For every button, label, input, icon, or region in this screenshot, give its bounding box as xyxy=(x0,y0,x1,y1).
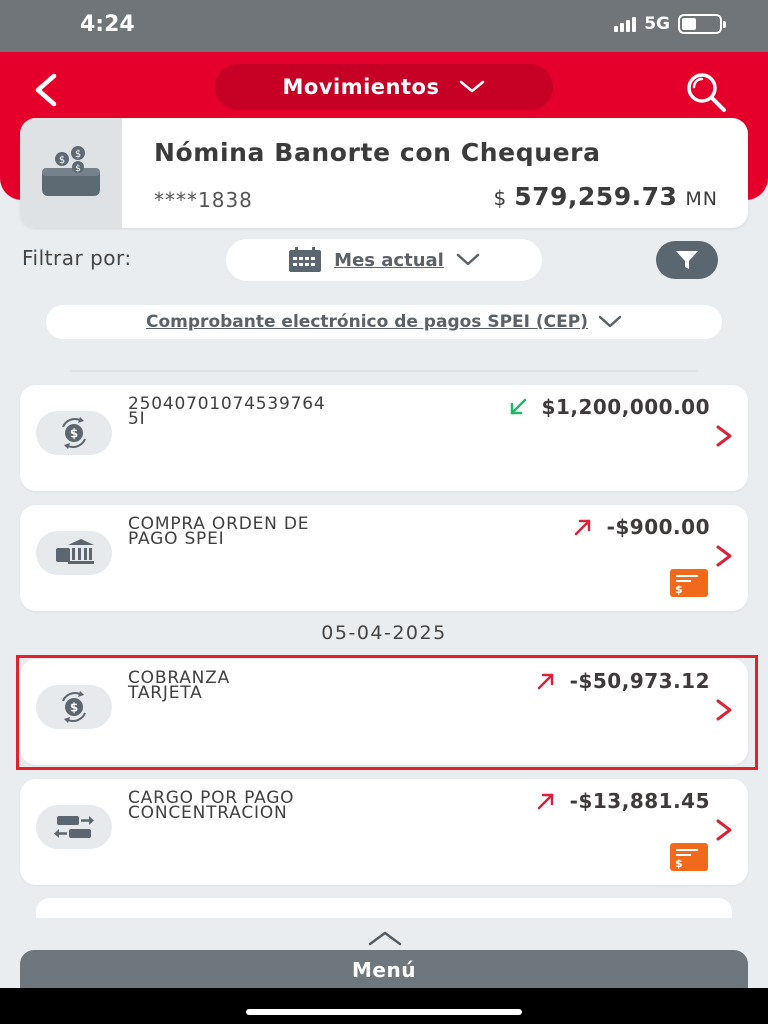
divider xyxy=(70,370,698,372)
chevron-up-icon[interactable] xyxy=(368,930,402,946)
svg-text:$: $ xyxy=(59,155,65,166)
menu-button[interactable]: Menú xyxy=(20,950,748,990)
menu-label: Menú xyxy=(352,958,416,982)
account-balance: $ 579,259.73 MN xyxy=(494,182,719,211)
svg-text:$: $ xyxy=(75,149,81,160)
transaction-description-line: 25040701074539764 xyxy=(128,394,326,414)
transaction-amount: -$900.00 xyxy=(606,515,710,539)
transaction-description-line: CONCENTRACION xyxy=(128,803,288,823)
receipt-icon[interactable]: $ xyxy=(670,843,708,871)
search-icon xyxy=(687,73,726,112)
svg-text:$: $ xyxy=(70,427,78,441)
cep-label: Comprobante electrónico de pagos SPEI (C… xyxy=(146,312,588,332)
outgoing-arrow-icon xyxy=(537,793,553,810)
account-card[interactable]: $ $ $ Nómina Banorte con Chequera ****18… xyxy=(20,118,748,228)
outgoing-arrow-icon xyxy=(574,519,590,536)
section-selector[interactable]: Movimientos xyxy=(215,64,553,110)
chevron-down-icon xyxy=(456,253,480,266)
period-selector[interactable]: Mes actual xyxy=(226,239,542,281)
network-label: 5G xyxy=(644,14,670,34)
transaction-row[interactable]: COMPRA ORDEN DE PAGO SPEI -$900.00 $ xyxy=(20,505,748,611)
home-indicator[interactable] xyxy=(246,1009,522,1015)
account-icon-area: $ $ $ xyxy=(20,118,122,228)
cep-selector[interactable]: Comprobante electrónico de pagos SPEI (C… xyxy=(46,305,722,339)
filter-button[interactable] xyxy=(656,241,718,279)
chevron-down-icon xyxy=(460,80,485,93)
chevron-right-icon xyxy=(716,425,732,447)
filter-label: Filtrar por: xyxy=(22,246,132,270)
transaction-icon-circle: $ xyxy=(36,411,112,455)
chevron-right-icon xyxy=(716,819,732,841)
transaction-row[interactable]: $ 25040701074539764 5I $1,200,000.00 xyxy=(20,385,748,491)
chevron-right-icon xyxy=(716,545,732,567)
signal-icon xyxy=(614,16,637,32)
transaction-amount: $1,200,000.00 xyxy=(541,395,710,419)
back-button[interactable] xyxy=(28,70,68,110)
balance-amount: 579,259.73 xyxy=(514,182,678,211)
transaction-row-partial[interactable] xyxy=(36,898,732,918)
transfer-icon xyxy=(54,816,94,838)
currency-symbol: $ xyxy=(493,186,507,210)
receipt-icon[interactable]: $ xyxy=(670,569,708,597)
transaction-description-line: PAGO SPEI xyxy=(128,529,225,549)
back-arrow-icon xyxy=(35,73,57,107)
svg-text:$: $ xyxy=(75,164,81,174)
transaction-row[interactable]: CARGO POR PAGO CONCENTRACION -$13,881.45… xyxy=(20,779,748,885)
bank-icon xyxy=(56,539,94,564)
status-time: 4:24 xyxy=(80,12,135,37)
transaction-description-line: 5I xyxy=(128,409,146,429)
date-separator: 05-04-2025 xyxy=(321,622,447,644)
transaction-description: COMPRA ORDEN DE PAGO SPEI xyxy=(128,516,428,549)
wallet-coins-icon: $ $ $ xyxy=(42,146,100,196)
account-number: ****1838 xyxy=(154,188,253,212)
transaction-icon-circle xyxy=(36,805,112,849)
transaction-description: CARGO POR PAGO CONCENTRACION xyxy=(128,790,428,823)
account-name: Nómina Banorte con Chequera xyxy=(154,138,601,167)
calendar-icon xyxy=(289,247,322,272)
home-bar-area xyxy=(0,988,768,1024)
search-button[interactable] xyxy=(682,68,730,116)
money-exchange-icon: $ xyxy=(62,417,86,449)
transaction-description: 25040701074539764 5I xyxy=(128,394,428,429)
period-label: Mes actual xyxy=(334,249,444,271)
transaction-amount: -$13,881.45 xyxy=(569,789,710,813)
currency-code: MN xyxy=(685,188,718,210)
status-bar: 4:24 5G xyxy=(0,0,768,52)
funnel-icon xyxy=(676,251,698,269)
incoming-arrow-icon xyxy=(510,398,526,415)
battery-icon xyxy=(678,14,726,34)
chevron-down-icon xyxy=(598,315,622,328)
page-title: Movimientos xyxy=(282,75,440,99)
transaction-icon-circle xyxy=(36,531,112,575)
highlight-box xyxy=(16,655,758,770)
